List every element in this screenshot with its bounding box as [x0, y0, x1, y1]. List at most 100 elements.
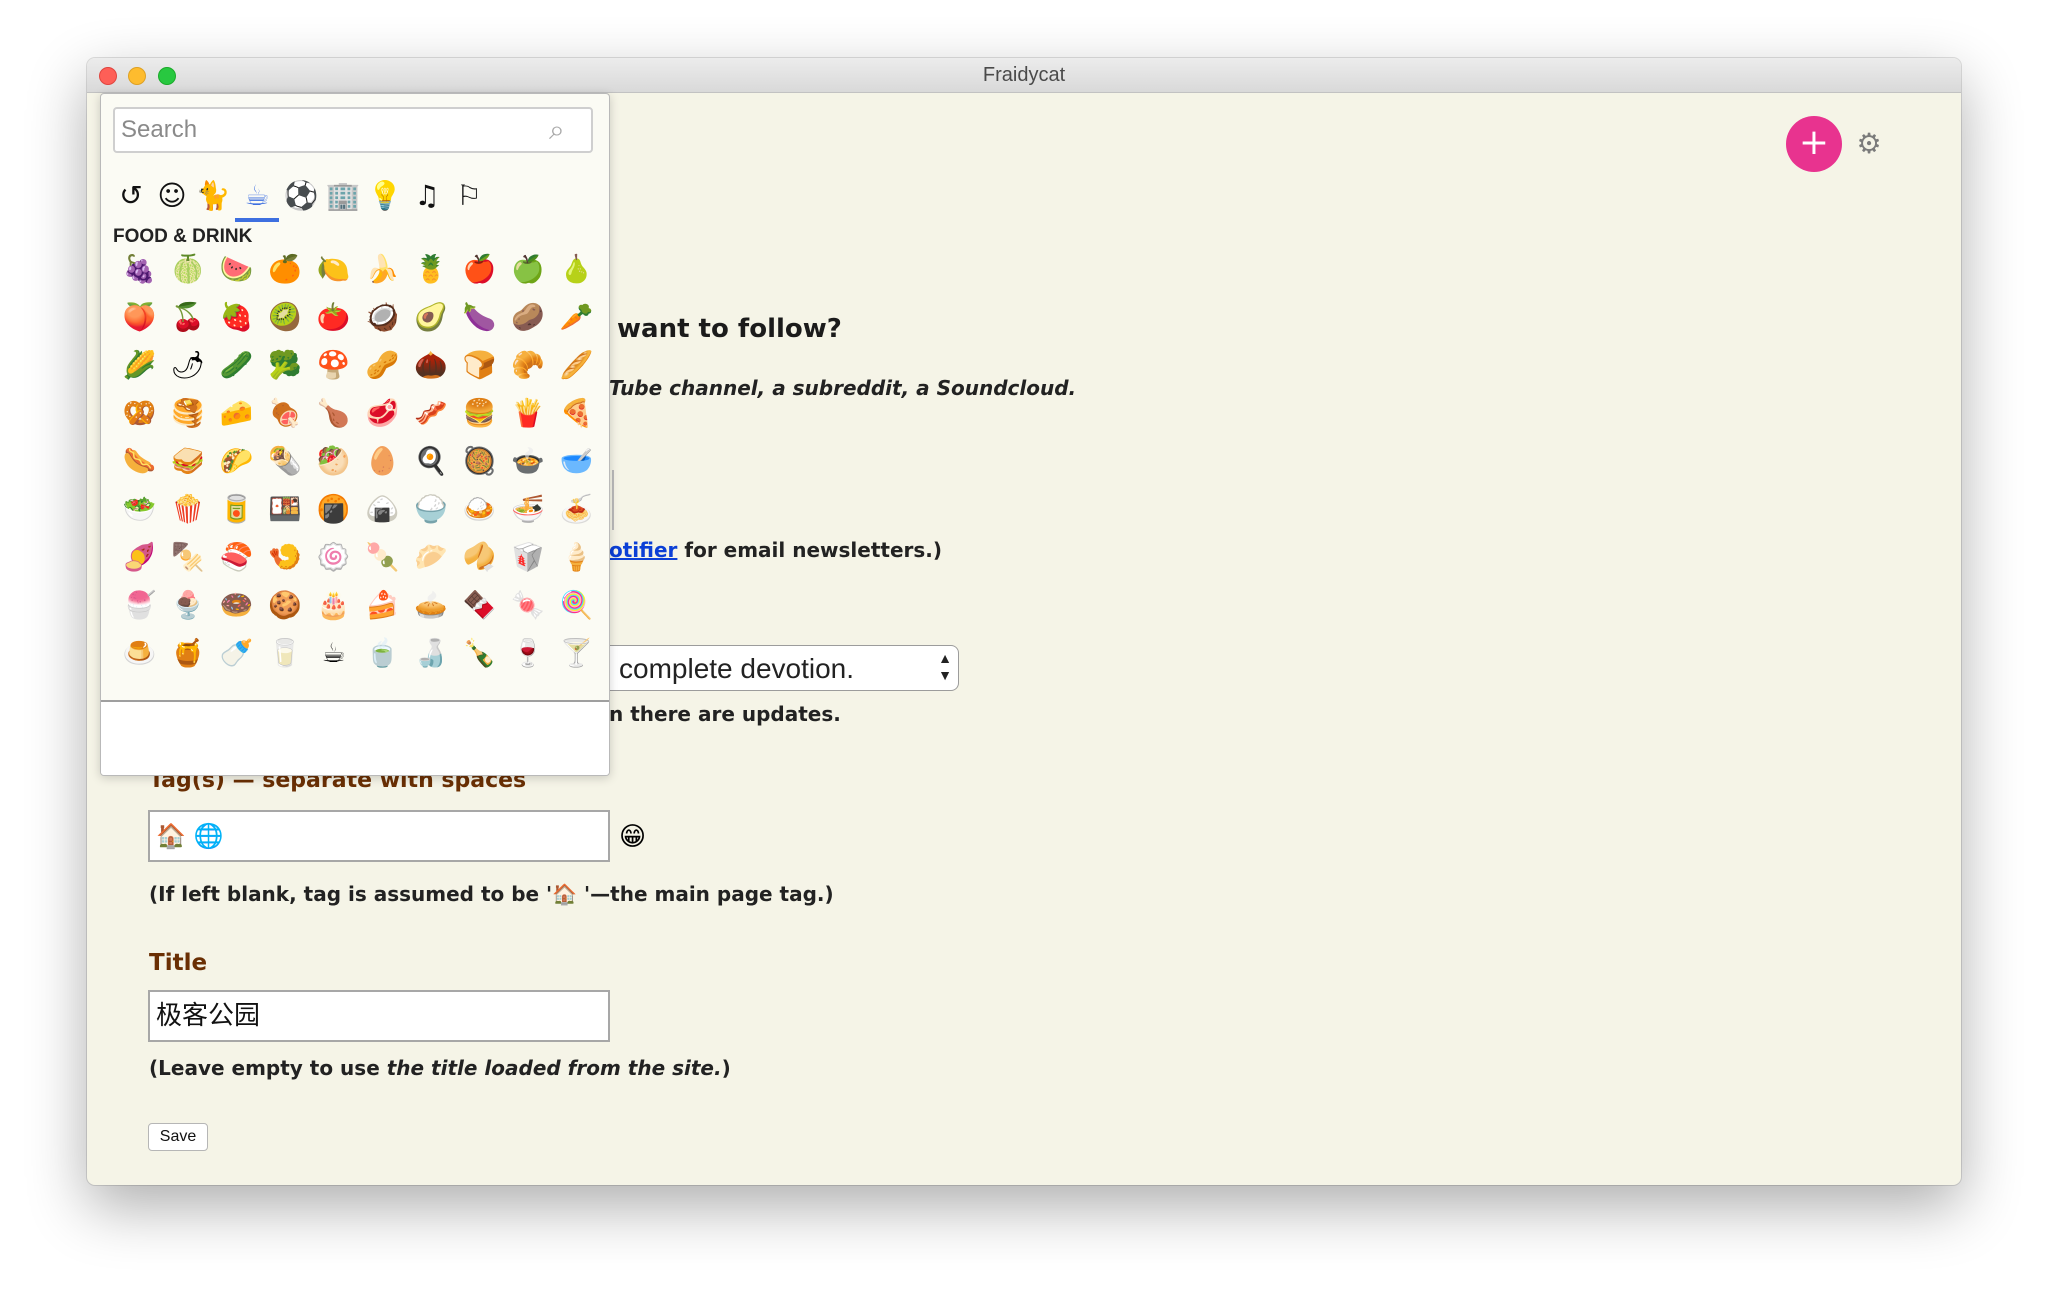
emoji-cell[interactable]: 🍍: [407, 246, 456, 294]
frequency-select[interactable]: complete devotion. ▲ ▼: [609, 645, 959, 691]
emoji-tab-smileys[interactable]: ☺: [152, 176, 192, 216]
emoji-cell[interactable]: 🧀: [212, 390, 261, 438]
emoji-tab-recent[interactable]: ↺: [111, 176, 151, 216]
emoji-cell[interactable]: 🍞: [455, 342, 504, 390]
emoji-cell[interactable]: 🌮: [212, 438, 261, 486]
emoji-cell[interactable]: 🍅: [309, 294, 358, 342]
emoji-cell[interactable]: 🥛: [261, 630, 310, 678]
emoji-cell[interactable]: 🍎: [455, 246, 504, 294]
emoji-cell[interactable]: 🍌: [358, 246, 407, 294]
emoji-cell[interactable]: 🥐: [504, 342, 553, 390]
emoji-cell[interactable]: 🥧: [407, 582, 456, 630]
emoji-cell[interactable]: 🍟: [504, 390, 553, 438]
emoji-cell[interactable]: 🥗: [115, 486, 164, 534]
emoji-cell[interactable]: 🍕: [552, 390, 601, 438]
emoji-cell[interactable]: 🍜: [504, 486, 553, 534]
emoji-cell[interactable]: 🥖: [552, 342, 601, 390]
gear-icon[interactable]: ⚙: [1855, 130, 1883, 158]
emoji-cell[interactable]: 🍮: [115, 630, 164, 678]
emoji-cell[interactable]: 🌯: [261, 438, 310, 486]
emoji-cell[interactable]: 🍨: [164, 582, 213, 630]
emoji-cell[interactable]: 🍔: [455, 390, 504, 438]
save-button[interactable]: Save: [148, 1123, 208, 1151]
emoji-cell[interactable]: 🍄: [309, 342, 358, 390]
emoji-cell[interactable]: 🍫: [455, 582, 504, 630]
emoji-cell[interactable]: 🍰: [358, 582, 407, 630]
emoji-cell[interactable]: 🍘: [309, 486, 358, 534]
add-follow-button[interactable]: +: [1786, 116, 1842, 172]
emoji-cell[interactable]: 🍯: [164, 630, 213, 678]
emoji-cell[interactable]: 🍭: [552, 582, 601, 630]
emoji-cell[interactable]: 🍏: [504, 246, 553, 294]
emoji-cell[interactable]: 🥟: [407, 534, 456, 582]
emoji-cell[interactable]: 🥡: [504, 534, 553, 582]
emoji-cell[interactable]: 🍢: [164, 534, 213, 582]
emoji-cell[interactable]: 🍼: [212, 630, 261, 678]
emoji-cell[interactable]: 🍲: [504, 438, 553, 486]
emoji-cell[interactable]: 🌰: [407, 342, 456, 390]
emoji-tab-travel[interactable]: 🏢: [323, 176, 363, 216]
emoji-cell[interactable]: 🍗: [309, 390, 358, 438]
emoji-cell[interactable]: 🍇: [115, 246, 164, 294]
emoji-cell[interactable]: 🍷: [504, 630, 553, 678]
emoji-cell[interactable]: ☕: [309, 630, 358, 678]
emoji-cell[interactable]: 🥔: [504, 294, 553, 342]
tags-input[interactable]: 🏠 🌐: [148, 810, 610, 862]
emoji-cell[interactable]: 🍝: [552, 486, 601, 534]
emoji-search-input[interactable]: [113, 107, 593, 153]
emoji-cell[interactable]: 🍈: [164, 246, 213, 294]
notifier-link[interactable]: otifier: [609, 538, 677, 562]
emoji-tab-food[interactable]: ☕: [235, 176, 279, 222]
emoji-tab-objects[interactable]: 💡: [365, 176, 405, 216]
emoji-tab-symbols[interactable]: ♫: [407, 176, 447, 216]
emoji-cell[interactable]: 🥣: [552, 438, 601, 486]
emoji-cell[interactable]: 🍸: [552, 630, 601, 678]
emoji-cell[interactable]: 🥘: [455, 438, 504, 486]
emoji-cell[interactable]: 🥨: [115, 390, 164, 438]
emoji-cell[interactable]: 🥪: [164, 438, 213, 486]
emoji-cell[interactable]: 🍳: [407, 438, 456, 486]
emoji-picker-toggle-icon[interactable]: 😁: [619, 822, 646, 852]
emoji-cell[interactable]: 🍤: [261, 534, 310, 582]
emoji-cell[interactable]: 🥒: [212, 342, 261, 390]
emoji-cell[interactable]: 🍦: [552, 534, 601, 582]
emoji-cell[interactable]: 🍡: [358, 534, 407, 582]
emoji-cell[interactable]: 🍿: [164, 486, 213, 534]
emoji-cell[interactable]: 🥥: [358, 294, 407, 342]
emoji-cell[interactable]: 🍬: [504, 582, 553, 630]
emoji-cell[interactable]: 🍵: [358, 630, 407, 678]
emoji-tab-animals[interactable]: 🐈: [193, 176, 233, 216]
emoji-cell[interactable]: 🍓: [212, 294, 261, 342]
emoji-cell[interactable]: 🍶: [407, 630, 456, 678]
emoji-cell[interactable]: 🍐: [552, 246, 601, 294]
emoji-cell[interactable]: 🥜: [358, 342, 407, 390]
emoji-cell[interactable]: 🍥: [309, 534, 358, 582]
emoji-cell[interactable]: 🍒: [164, 294, 213, 342]
emoji-cell[interactable]: 🍛: [455, 486, 504, 534]
emoji-cell[interactable]: 🎂: [309, 582, 358, 630]
emoji-cell[interactable]: 🥕: [552, 294, 601, 342]
emoji-cell[interactable]: 🥫: [212, 486, 261, 534]
emoji-cell[interactable]: 🍋: [309, 246, 358, 294]
emoji-cell[interactable]: 🍣: [212, 534, 261, 582]
emoji-cell[interactable]: 🍚: [407, 486, 456, 534]
emoji-cell[interactable]: 🥝: [261, 294, 310, 342]
emoji-cell[interactable]: 🥙: [309, 438, 358, 486]
emoji-tab-flags[interactable]: ⚐: [449, 176, 489, 216]
emoji-cell[interactable]: 🌽: [115, 342, 164, 390]
emoji-cell[interactable]: 🥦: [261, 342, 310, 390]
emoji-cell[interactable]: 🍩: [212, 582, 261, 630]
emoji-cell[interactable]: 🍉: [212, 246, 261, 294]
title-input[interactable]: 极客公园: [148, 990, 610, 1042]
emoji-cell[interactable]: 🍪: [261, 582, 310, 630]
emoji-cell[interactable]: 🍖: [261, 390, 310, 438]
emoji-cell[interactable]: 🍙: [358, 486, 407, 534]
emoji-cell[interactable]: 🍱: [261, 486, 310, 534]
emoji-cell[interactable]: 🍊: [261, 246, 310, 294]
emoji-cell[interactable]: 🥞: [164, 390, 213, 438]
emoji-cell[interactable]: 🥠: [455, 534, 504, 582]
emoji-cell[interactable]: 🥚: [358, 438, 407, 486]
emoji-tab-activity[interactable]: ⚽: [281, 176, 321, 216]
emoji-cell[interactable]: 🥩: [358, 390, 407, 438]
emoji-cell[interactable]: 🍠: [115, 534, 164, 582]
